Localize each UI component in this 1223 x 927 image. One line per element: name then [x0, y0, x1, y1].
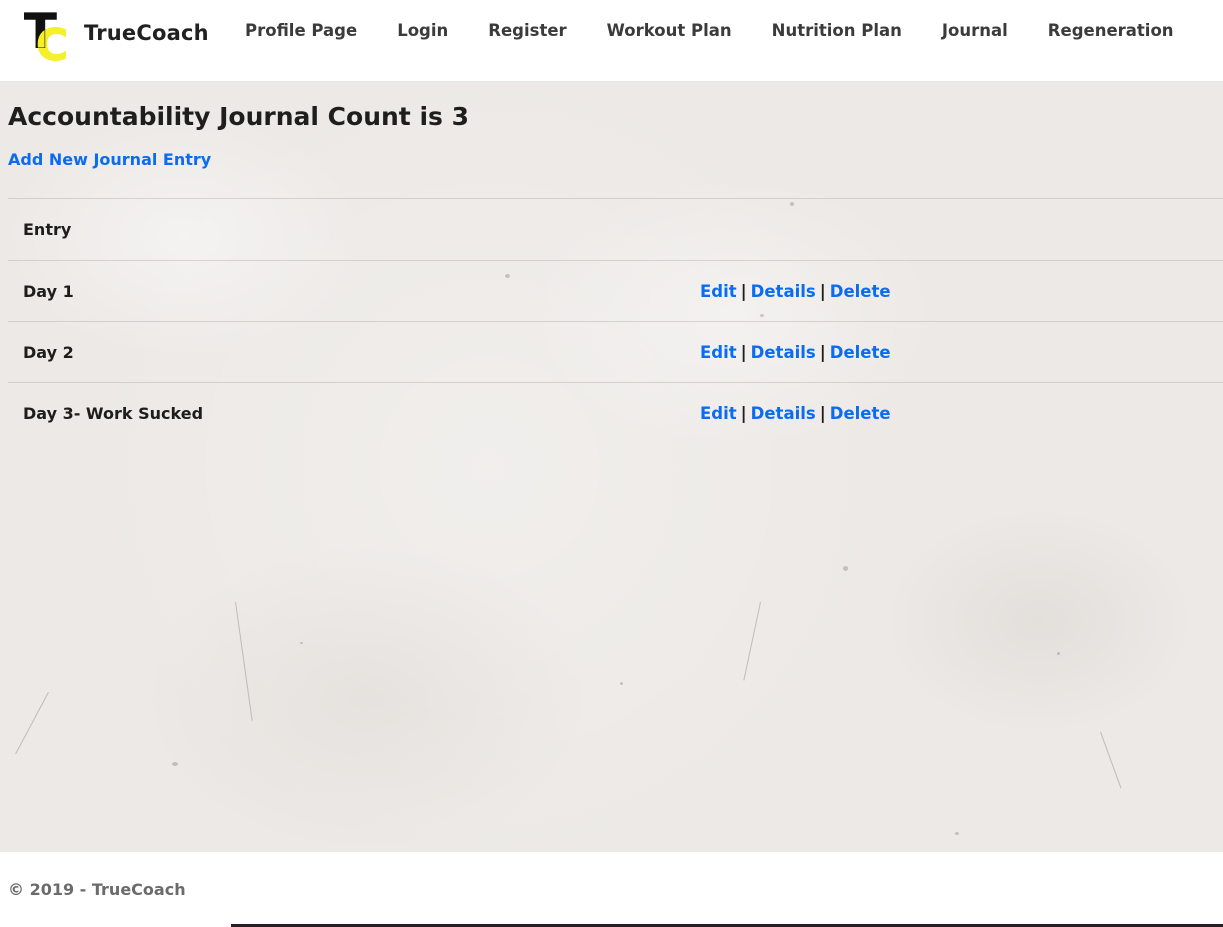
edit-link[interactable]: Edit: [700, 282, 737, 301]
nav-login[interactable]: Login: [397, 18, 448, 44]
nav-nutrition-plan[interactable]: Nutrition Plan: [772, 18, 902, 44]
separator: |: [740, 281, 747, 301]
nav-journal[interactable]: Journal: [942, 18, 1008, 44]
footer: © 2019 - TrueCoach: [0, 852, 1223, 927]
nav-workout-plan[interactable]: Workout Plan: [607, 18, 732, 44]
separator: |: [740, 403, 747, 423]
delete-link[interactable]: Delete: [830, 404, 891, 423]
details-link[interactable]: Details: [751, 282, 816, 301]
table-header-row: Entry: [8, 198, 1223, 260]
delete-link[interactable]: Delete: [830, 282, 891, 301]
brand-link[interactable]: T C T TrueCoach: [24, 4, 209, 72]
edit-link[interactable]: Edit: [700, 404, 737, 423]
edit-link[interactable]: Edit: [700, 343, 737, 362]
main-content: Accountability Journal Count is 3 Add Ne…: [0, 82, 1223, 852]
nav-menu: Profile Page Login Register Workout Plan…: [245, 18, 1214, 44]
nav-profile-page[interactable]: Profile Page: [245, 18, 357, 44]
separator: |: [819, 281, 826, 301]
table-row: Day 2 Edit | Details | Delete: [8, 321, 1223, 382]
separator: |: [819, 403, 826, 423]
page-title: Accountability Journal Count is 3: [8, 102, 469, 131]
copyright-text: © 2019 - TrueCoach: [8, 880, 186, 899]
journal-table: Entry Day 1 Edit | Details | Delete Day 2 Ed…: [8, 198, 1223, 443]
truecoach-logo-icon: T C T: [24, 4, 70, 72]
entry-title: Day 3- Work Sucked: [23, 403, 204, 423]
nav-regeneration[interactable]: Regeneration: [1048, 18, 1174, 44]
details-link[interactable]: Details: [751, 343, 816, 362]
row-actions: Edit | Details | Delete: [700, 404, 891, 423]
separator: |: [819, 342, 826, 362]
brand-name: TrueCoach: [84, 21, 209, 45]
row-actions: Edit | Details | Delete: [700, 282, 891, 301]
add-new-journal-entry-link[interactable]: Add New Journal Entry: [8, 150, 211, 169]
row-actions: Edit | Details | Delete: [700, 343, 891, 362]
table-row: Day 3- Work Sucked Edit | Details | Delete: [8, 382, 1223, 443]
details-link[interactable]: Details: [751, 404, 816, 423]
entry-title: Day 2: [23, 342, 74, 362]
svg-text:T: T: [24, 4, 57, 60]
separator: |: [740, 342, 747, 362]
navbar: T C T TrueCoach Profile Page Login Regis…: [0, 0, 1223, 82]
entry-title: Day 1: [23, 281, 74, 301]
nav-register[interactable]: Register: [488, 18, 566, 44]
column-header-entry: Entry: [23, 220, 72, 239]
table-row: Day 1 Edit | Details | Delete: [8, 260, 1223, 321]
delete-link[interactable]: Delete: [830, 343, 891, 362]
